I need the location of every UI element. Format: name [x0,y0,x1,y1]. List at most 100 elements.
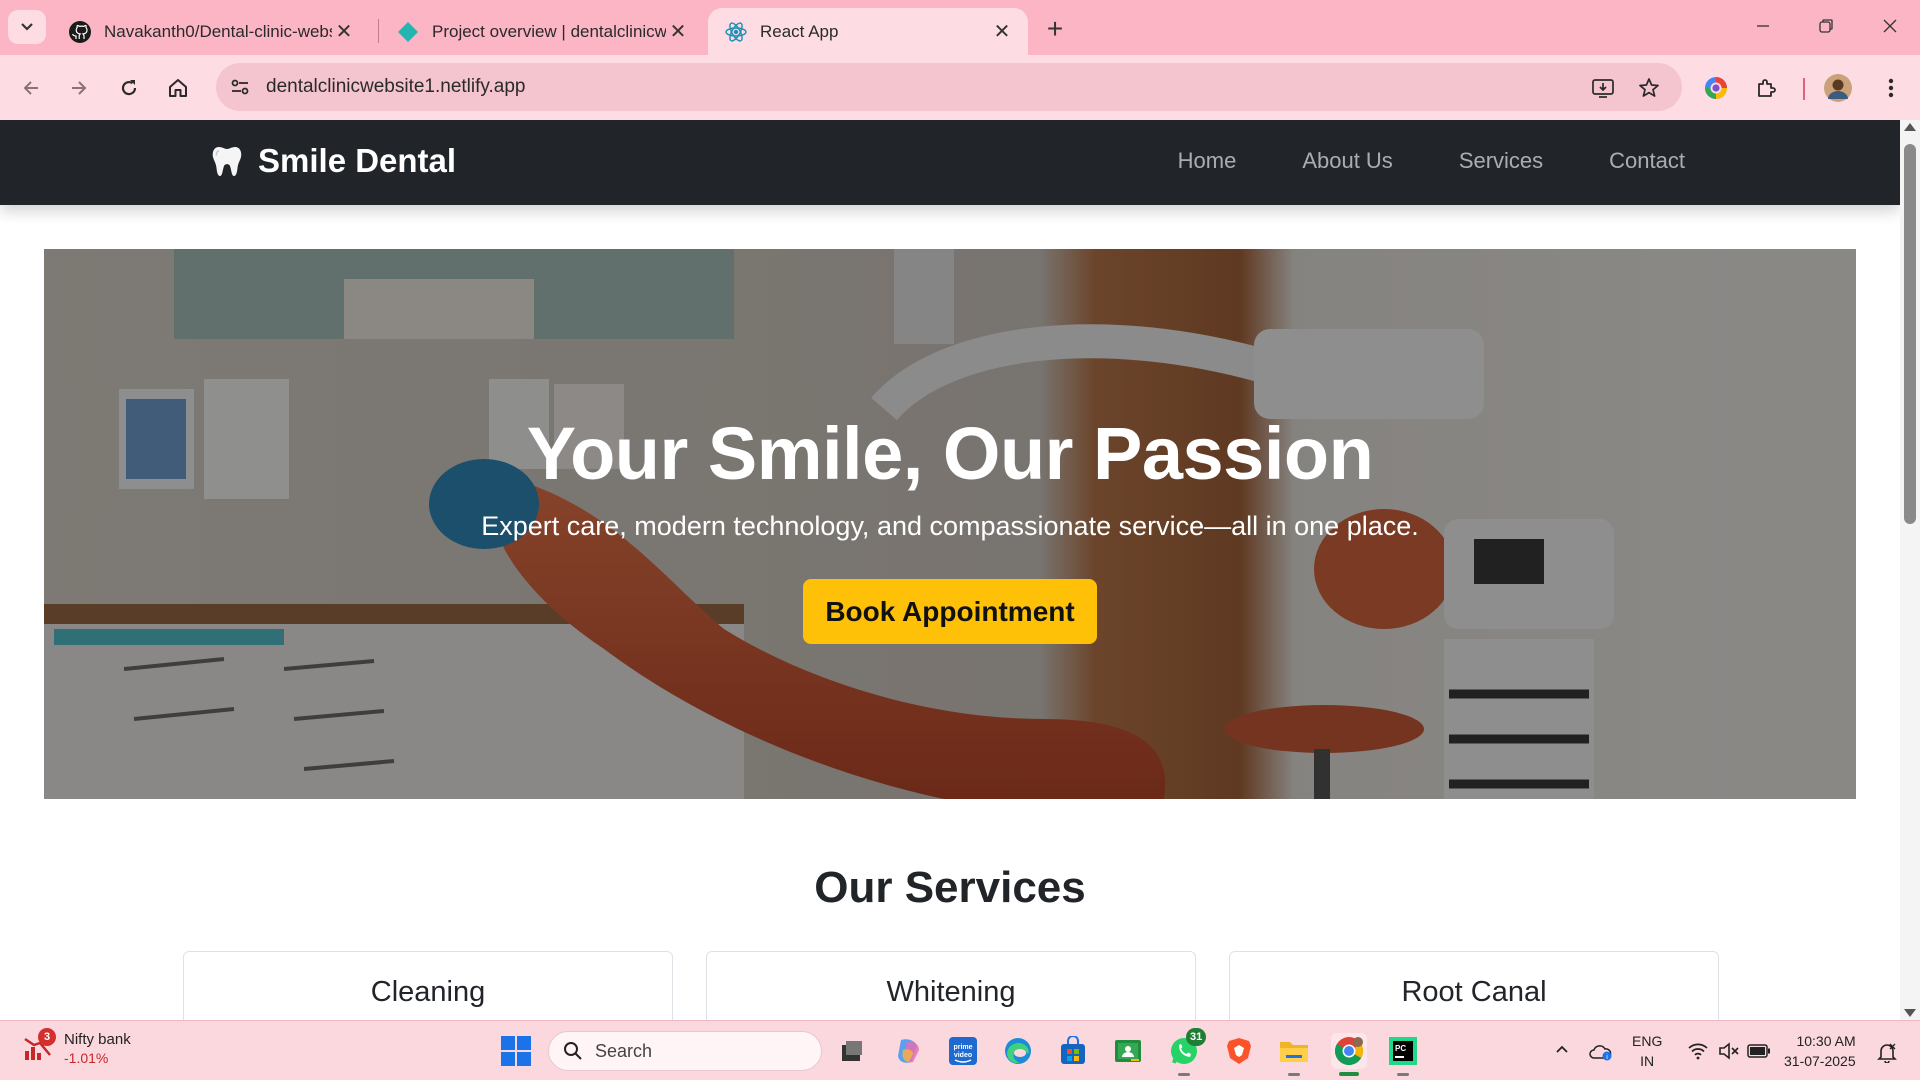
close-tab-icon[interactable]: ✕ [332,20,356,44]
stock-change: -1.01% [64,1050,109,1066]
hero-title: Your Smile, Our Passion [526,412,1374,495]
install-app-icon[interactable] [1590,75,1616,101]
brand-name: Smile Dental [258,142,457,179]
book-appointment-button[interactable]: Book Appointment [803,579,1097,644]
tab-title: React App [760,21,839,41]
chevron-up-icon[interactable] [1552,1039,1572,1059]
service-card-cleaning[interactable]: Cleaning [183,951,673,1020]
running-indicator [1178,1073,1190,1076]
svg-text:PC: PC [1395,1044,1406,1053]
profile-avatar[interactable] [1821,71,1855,105]
language-indicator[interactable]: ENG IN [1632,1031,1662,1071]
menu-kebab-icon[interactable] [1874,71,1908,105]
stock-widget[interactable]: 3 Nifty bank -1.01% [22,1028,131,1067]
windows-taskbar: 3 Nifty bank -1.01% Search prime video 31 [0,1020,1920,1080]
edge-browser-icon[interactable] [1000,1033,1036,1069]
home-icon [169,79,187,97]
hero-section: Your Smile, Our Passion Expert care, mod… [44,249,1856,799]
site-info-icon[interactable] [228,75,252,99]
close-tab-icon[interactable]: ✕ [990,20,1014,44]
close-icon [1883,19,1897,33]
tab-netlify[interactable]: Project overview | dentalclinicw ✕ [380,8,704,55]
nav-links: Home About Us Services Contact [1178,148,1685,174]
windows-start-icon[interactable] [500,1035,532,1067]
site-brand[interactable]: Smile Dental [210,142,456,180]
language-code: ENG [1632,1033,1663,1049]
nav-link-about-us[interactable]: About Us [1302,148,1393,174]
tab-github[interactable]: Navakanth0/Dental-clinic-webs ✕ [52,8,370,55]
hero-content: Your Smile, Our Passion Expert care, mod… [44,249,1856,799]
whatsapp-icon[interactable]: 31 [1166,1028,1207,1069]
microsoft-store-icon[interactable] [1055,1033,1091,1069]
nav-link-home[interactable]: Home [1178,148,1237,174]
prime-video-icon[interactable]: prime video [945,1033,981,1069]
react-icon [724,20,748,44]
active-app-indicator [1339,1072,1359,1076]
copilot-icon[interactable] [890,1033,926,1069]
chevron-down-icon [21,23,33,31]
github-icon [68,20,92,44]
close-window-button[interactable] [1860,8,1920,44]
clock-time: 10:30 AM [1796,1033,1856,1049]
service-card-title: Whitening [886,976,1016,1008]
running-indicator [1288,1073,1300,1076]
stock-chart-icon: 3 [22,1028,56,1063]
tab-react-app[interactable]: React App ✕ [708,8,1028,55]
tab-search-button[interactable] [8,10,46,44]
onedrive-status-icon[interactable]: i [1588,1039,1614,1065]
color-extension-icon[interactable] [1699,71,1733,105]
close-tab-icon[interactable]: ✕ [666,20,690,44]
reload-icon [121,80,137,96]
file-explorer-icon[interactable] [1276,1033,1312,1069]
scroll-down-arrow-icon[interactable] [1904,1009,1916,1017]
services-heading: Our Services [814,863,1086,912]
widget-badge: 3 [38,1028,56,1046]
notification-bell-icon[interactable] [1874,1039,1900,1065]
search-icon [564,1042,582,1060]
taskbar-search-placeholder: Search [595,1040,653,1061]
browser-tabstrip: Navakanth0/Dental-clinic-webs ✕ Project … [0,0,1920,55]
forward-button[interactable] [60,69,98,107]
service-card-title: Root Canal [1401,976,1547,1008]
chrome-icon[interactable] [1331,1033,1367,1069]
scrollbar-thumb[interactable] [1904,144,1916,524]
wifi-icon[interactable] [1686,1039,1710,1063]
home-button[interactable] [159,69,197,107]
nav-link-contact[interactable]: Contact [1609,148,1685,174]
running-indicator [1397,1073,1409,1076]
minimize-icon [1757,25,1769,27]
svg-text:video: video [954,1052,972,1059]
service-card-root-canal[interactable]: Root Canal [1229,951,1719,1020]
service-card-whitening[interactable]: Whitening [706,951,1196,1020]
arrow-left-icon [23,81,38,95]
restore-icon [1819,19,1833,33]
restore-button[interactable] [1796,8,1856,44]
hero-subtitle: Expert care, modern technology, and comp… [481,511,1419,541]
back-button[interactable] [12,69,50,107]
battery-icon[interactable] [1746,1039,1772,1063]
stock-name: Nifty bank [64,1031,131,1048]
task-view-icon[interactable] [834,1033,870,1069]
tab-title: Project overview | dentalclinicw [432,21,666,41]
google-classroom-icon[interactable] [1110,1033,1146,1069]
brave-browser-icon[interactable] [1221,1033,1257,1069]
whatsapp-badge: 31 [1186,1028,1207,1046]
browser-toolbar: dentalclinicwebsite1.netlify.app [0,55,1920,120]
arrow-right-icon [72,81,87,95]
nav-link-services[interactable]: Services [1459,148,1543,174]
extensions-puzzle-icon[interactable] [1750,71,1784,105]
pycharm-icon[interactable]: PC [1385,1033,1421,1069]
bookmark-star-icon[interactable] [1636,75,1662,101]
address-bar[interactable]: dentalclinicwebsite1.netlify.app [216,63,1682,111]
new-tab-button[interactable]: + [1038,13,1072,44]
netlify-icon [396,20,420,44]
scroll-up-arrow-icon[interactable] [1904,123,1916,131]
minimize-button[interactable] [1733,8,1793,44]
volume-muted-icon[interactable] [1716,1039,1742,1063]
page-scrollbar[interactable] [1900,120,1920,1020]
toolbar-divider [1803,78,1805,100]
service-card-title: Cleaning [370,976,486,1008]
taskbar-search[interactable]: Search [548,1031,822,1071]
system-clock[interactable]: 10:30 AM 31-07-2025 [1784,1031,1856,1071]
reload-button[interactable] [110,69,148,107]
